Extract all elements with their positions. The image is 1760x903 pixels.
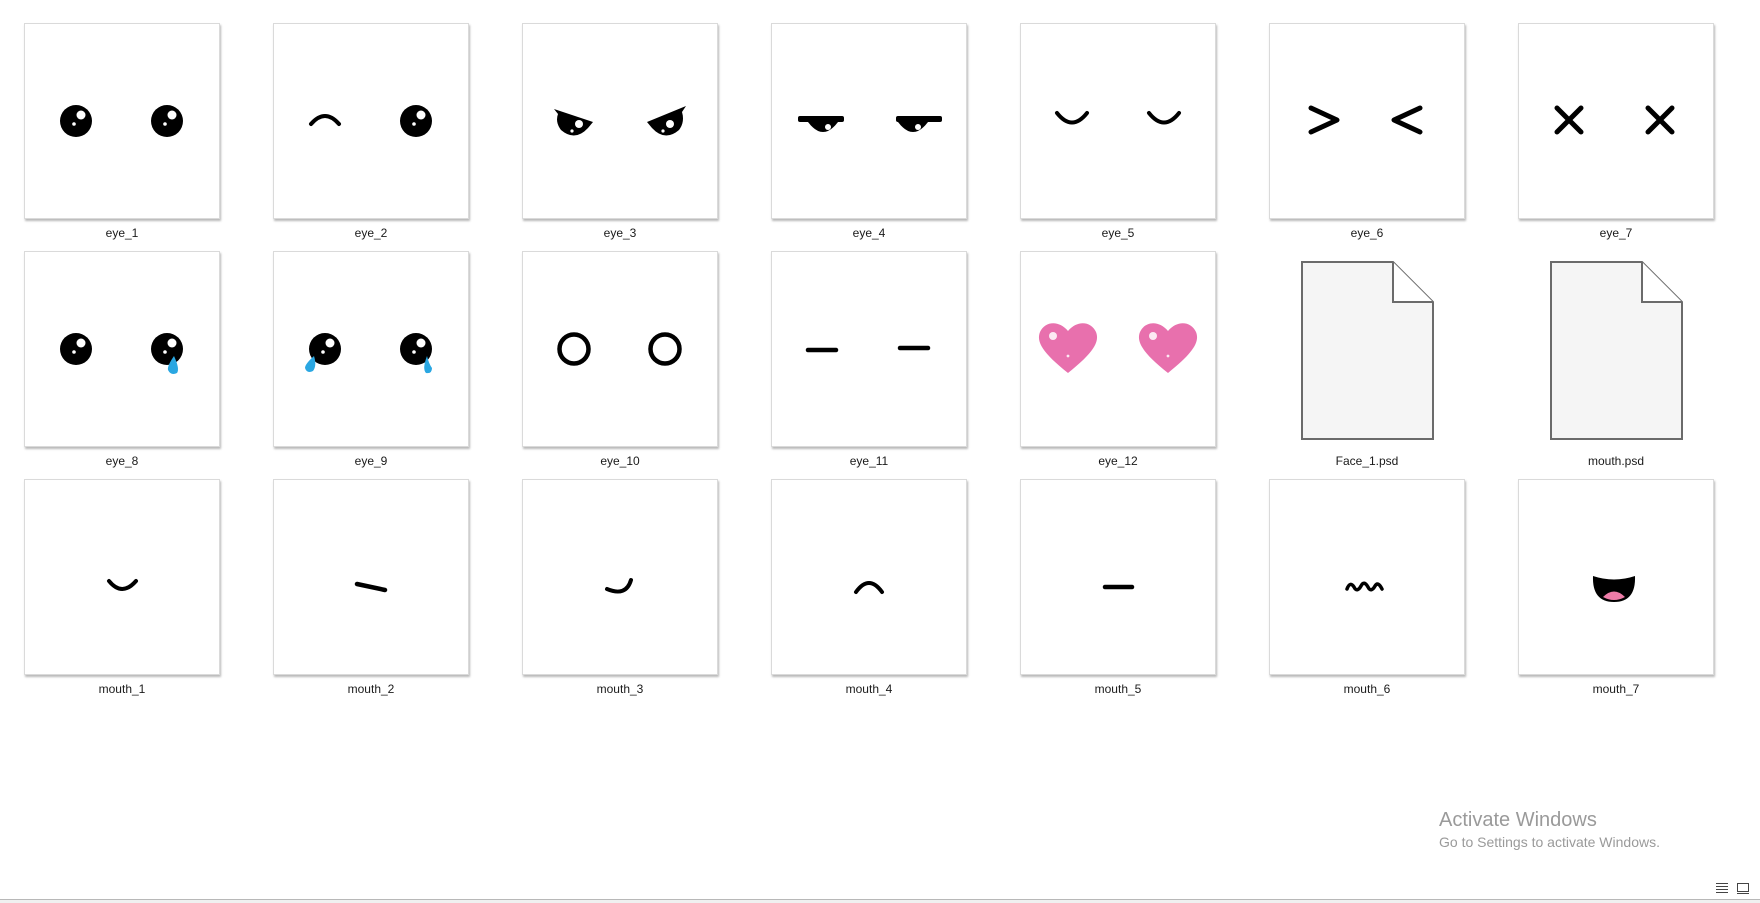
file-name: eye_11 — [849, 454, 889, 468]
thumbnail — [522, 23, 718, 219]
thumbnail — [273, 23, 469, 219]
thumbnail — [273, 479, 469, 675]
file-name: eye_6 — [1350, 226, 1384, 240]
file-item-eye-1[interactable]: eye_1 — [24, 23, 220, 249]
thumbnail — [771, 23, 967, 219]
large-icons-view-button[interactable] — [1735, 880, 1751, 896]
eye-2-image — [309, 105, 432, 137]
file-item-eye-10[interactable]: eye_10 — [522, 251, 718, 477]
file-name: mouth.psd — [1587, 454, 1645, 468]
mouth-1-image — [107, 579, 138, 591]
file-name: eye_9 — [354, 454, 388, 468]
file-item-face-psd[interactable]: Face_1.psd — [1269, 251, 1465, 477]
file-name: Face_1.psd — [1335, 454, 1399, 468]
large-icons-view-icon — [1737, 882, 1749, 894]
document-icon — [1269, 251, 1465, 447]
mouth-7-image — [1592, 576, 1636, 602]
file-item-eye-11[interactable]: eye_11 — [771, 251, 967, 477]
eye-12-image — [1038, 323, 1198, 373]
thumbnail — [1269, 23, 1465, 219]
file-name: eye_12 — [1098, 454, 1138, 468]
file-item-mouth-7[interactable]: mouth_7 — [1518, 479, 1714, 705]
thumbnail — [771, 479, 967, 675]
thumbnail — [1518, 23, 1714, 219]
file-name: eye_4 — [852, 226, 886, 240]
document-icon — [1518, 251, 1714, 447]
file-item-eye-3[interactable]: eye_3 — [522, 23, 718, 249]
file-name: eye_8 — [105, 454, 139, 468]
eye-1-image — [60, 105, 183, 137]
file-item-eye-4[interactable]: eye_4 — [771, 23, 967, 249]
file-item-eye-8[interactable]: eye_8 — [24, 251, 220, 477]
file-name: mouth_6 — [1343, 682, 1391, 696]
file-item-eye-2[interactable]: eye_2 — [273, 23, 469, 249]
thumbnail — [273, 251, 469, 447]
watermark-subtitle: Go to Settings to activate Windows. — [1439, 834, 1660, 850]
thumbnail — [1020, 23, 1216, 219]
file-name: mouth_2 — [347, 682, 395, 696]
activate-windows-watermark: Activate Windows Go to Settings to activ… — [1439, 808, 1660, 851]
status-bar — [0, 899, 1760, 903]
mouth-4-image — [854, 581, 884, 594]
eye-11-image — [805, 345, 931, 353]
file-item-mouth-3[interactable]: mouth_3 — [522, 479, 718, 705]
mouth-6-image — [1345, 581, 1384, 592]
details-view-button[interactable] — [1714, 880, 1730, 896]
thumbnail — [522, 479, 718, 675]
file-name: mouth_4 — [845, 682, 893, 696]
file-name: eye_1 — [105, 226, 139, 240]
eye-4-image — [798, 116, 942, 132]
file-name: mouth_1 — [98, 682, 146, 696]
file-name: eye_10 — [600, 454, 640, 468]
watermark-title: Activate Windows — [1439, 809, 1597, 831]
file-item-eye-7[interactable]: eye_7 — [1518, 23, 1714, 249]
file-name: eye_7 — [1599, 226, 1633, 240]
file-item-eye-9[interactable]: eye_9 — [273, 251, 469, 477]
thumbnail — [771, 251, 967, 447]
file-name: mouth_3 — [596, 682, 644, 696]
thumbnail — [24, 23, 220, 219]
thumbnail — [522, 251, 718, 447]
file-item-mouth-4[interactable]: mouth_4 — [771, 479, 967, 705]
file-item-mouth-6[interactable]: mouth_6 — [1269, 479, 1465, 705]
file-name: eye_5 — [1101, 226, 1135, 240]
file-name: mouth_5 — [1094, 682, 1142, 696]
file-item-eye-5[interactable]: eye_5 — [1020, 23, 1216, 249]
thumbnail — [1269, 479, 1465, 675]
file-item-mouth-5[interactable]: mouth_5 — [1020, 479, 1216, 705]
mouth-5-image — [1102, 584, 1135, 590]
eye-8-image — [60, 333, 183, 374]
file-item-mouth-psd[interactable]: mouth.psd — [1518, 251, 1714, 477]
file-item-mouth-1[interactable]: mouth_1 — [24, 479, 220, 705]
mouth-3-image — [605, 578, 633, 594]
thumbnail — [24, 479, 220, 675]
eye-9-image — [305, 333, 432, 374]
thumbnail — [1020, 251, 1216, 447]
mouth-2-image — [354, 581, 388, 593]
file-name: eye_3 — [603, 226, 637, 240]
eye-5-image — [1055, 111, 1181, 125]
file-name: eye_2 — [354, 226, 388, 240]
eye-7-image — [1554, 105, 1675, 135]
eye-6-image — [1308, 105, 1423, 135]
thumbnail — [1020, 479, 1216, 675]
eye-3-image — [554, 106, 686, 136]
details-view-icon — [1716, 883, 1728, 893]
file-name: mouth_7 — [1592, 682, 1640, 696]
file-item-eye-12[interactable]: eye_12 — [1020, 251, 1216, 477]
file-item-mouth-2[interactable]: mouth_2 — [273, 479, 469, 705]
file-item-eye-6[interactable]: eye_6 — [1269, 23, 1465, 249]
eye-10-image — [557, 332, 682, 366]
thumbnail — [24, 251, 220, 447]
thumbnail — [1518, 479, 1714, 675]
file-grid: eye_1 eye_2 eye_3 eye_4 eye_5 eye_6 eye_… — [0, 0, 1760, 900]
